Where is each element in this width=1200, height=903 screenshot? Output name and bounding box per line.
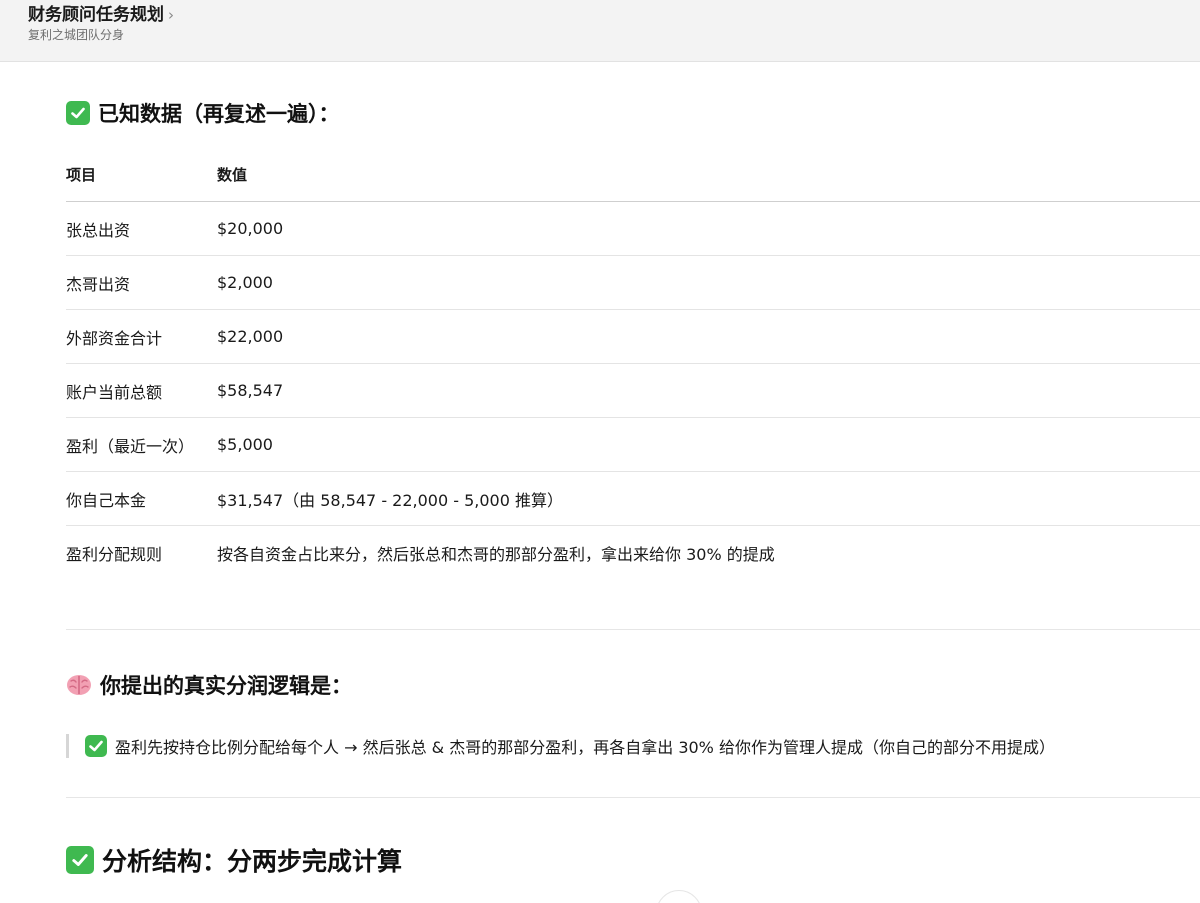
row-value: $22,000	[217, 309, 1200, 364]
row-item: 盈利（最近一次）	[66, 417, 217, 472]
table-row: 盈利（最近一次） $5,000	[66, 417, 1200, 472]
column-header-item: 项目	[66, 148, 217, 202]
row-value: $5,000	[217, 417, 1200, 472]
section-divider	[66, 797, 1200, 798]
row-value: 按各自资金占比来分，然后张总和杰哥的那部分盈利，拿出来给你 30% 的提成	[217, 544, 775, 564]
row-item: 盈利分配规则	[66, 544, 163, 564]
message-content: 已知数据（再复述一遍）： 项目 数值 张总出资 $20,000 杰哥出资 $2,…	[0, 62, 1200, 903]
known-data-heading-text: 已知数据（再复述一遍）：	[98, 102, 340, 126]
logic-heading: 你提出的真实分润逻辑是：	[66, 670, 352, 700]
conversation-title: 财务顾问任务规划	[28, 5, 164, 25]
row-value: $58,547	[217, 363, 1200, 418]
brain-icon	[66, 673, 92, 697]
conversation-subtitle: 复利之城团队分身	[28, 28, 125, 42]
table-row: 外部资金合计 $22,000	[66, 309, 1200, 364]
known-data-heading: 已知数据（再复述一遍）：	[66, 98, 340, 128]
analysis-heading: 分析结构：分两步完成计算	[66, 842, 402, 878]
check-mark-icon	[85, 735, 107, 757]
scroll-to-bottom-button[interactable]	[656, 890, 702, 903]
row-value: $31,547（由 58,547 - 22,000 - 5,000 推算）	[217, 471, 1200, 526]
check-mark-icon	[66, 101, 90, 125]
row-item: 张总出资	[66, 201, 217, 256]
table-row: 你自己本金 $31,547（由 58,547 - 22,000 - 5,000 …	[66, 471, 1200, 526]
logic-quote-text: 盈利先按持仓比例分配给每个人 → 然后张总 & 杰哥的那部分盈利，再各自拿出 3…	[115, 738, 1055, 757]
row-item: 杰哥出资	[66, 255, 217, 310]
row-value: $2,000	[217, 255, 1200, 310]
row-item: 你自己本金	[66, 471, 217, 526]
section-divider	[66, 629, 1200, 630]
check-mark-icon	[66, 846, 94, 874]
known-data-table: 项目 数值 张总出资 $20,000 杰哥出资 $2,000 外部资金合计 $2…	[66, 148, 1200, 579]
row-item: 账户当前总额	[66, 363, 217, 418]
conversation-title-button[interactable]: 财务顾问任务规划 ›	[28, 4, 174, 26]
table-header-row: 项目 数值	[66, 148, 1200, 202]
row-value: $20,000	[217, 201, 1200, 256]
app-header: 财务顾问任务规划 › 复利之城团队分身	[0, 0, 1200, 62]
logic-heading-text: 你提出的真实分润逻辑是：	[100, 674, 352, 698]
table-row: 张总出资 $20,000	[66, 201, 1200, 256]
logic-blockquote: 盈利先按持仓比例分配给每个人 → 然后张总 & 杰哥的那部分盈利，再各自拿出 3…	[66, 734, 1055, 758]
column-header-value: 数值	[217, 148, 1200, 202]
chevron-right-icon: ›	[168, 6, 174, 24]
table-row: 盈利分配规则 按各自资金占比来分，然后张总和杰哥的那部分盈利，拿出来给你 30%…	[66, 526, 1200, 580]
table-row: 杰哥出资 $2,000	[66, 255, 1200, 310]
analysis-heading-text: 分析结构：分两步完成计算	[102, 847, 403, 876]
row-item: 外部资金合计	[66, 309, 217, 364]
table-row: 账户当前总额 $58,547	[66, 363, 1200, 418]
